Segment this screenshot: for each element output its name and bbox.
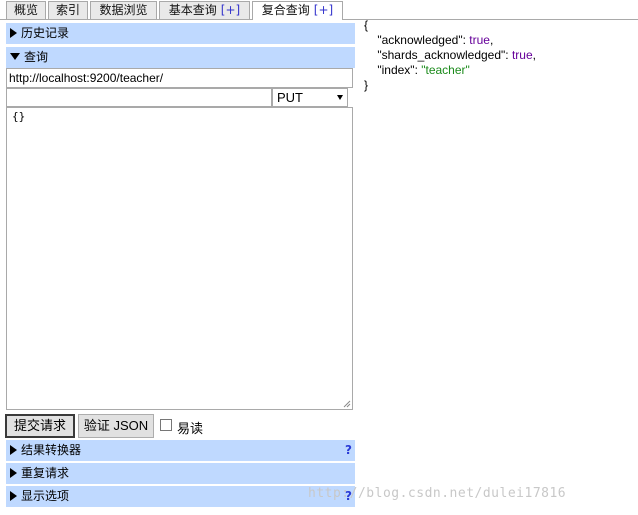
- url-input[interactable]: http://localhost:9200/teacher/: [6, 68, 353, 88]
- response-comma: ,: [489, 33, 494, 47]
- response-key: "index": [377, 63, 415, 77]
- expand-triangle-icon: [10, 491, 17, 501]
- display-options-label: 显示选项: [21, 489, 70, 503]
- dropdown-arrow-icon: [337, 95, 343, 100]
- request-body-textarea[interactable]: {}: [6, 107, 353, 410]
- result-transform-section-header[interactable]: 结果转换器 ?: [6, 440, 355, 461]
- tab-overview[interactable]: 概览: [6, 1, 46, 19]
- expand-triangle-icon: [10, 445, 17, 455]
- query-section-header[interactable]: 查询: [6, 47, 355, 68]
- response-key: "shards_acknowledged": [377, 48, 506, 62]
- response-key: "acknowledged": [377, 33, 463, 47]
- validate-label: 验证 JSON: [83, 418, 149, 433]
- tab-indices[interactable]: 索引: [48, 1, 88, 19]
- tab-overview-label: 概览: [13, 3, 38, 17]
- repeat-request-section-header[interactable]: 重复请求: [6, 463, 355, 484]
- request-body-value: {}: [12, 110, 26, 123]
- response-comma: ,: [532, 48, 536, 62]
- history-section-header[interactable]: 历史记录: [6, 23, 355, 44]
- repeat-label: 重复请求: [21, 466, 70, 480]
- response-value: "teacher": [421, 63, 470, 77]
- expand-triangle-icon: [10, 468, 17, 478]
- tab-compound-query[interactable]: 复合查询 [+]: [252, 1, 343, 20]
- tab-compound-query-label: 复合查询: [261, 3, 310, 17]
- pretty-print-label: 易读: [177, 422, 204, 437]
- pretty-print-checkbox[interactable]: [160, 419, 172, 431]
- tab-browser-label: 数据浏览: [99, 3, 148, 17]
- tab-strip: 概览 索引 数据浏览 基本查询 [+] 复合查询 [+]: [0, 0, 638, 20]
- tab-compound-query-plus[interactable]: [+]: [314, 3, 333, 17]
- result-transform-label: 结果转换器: [21, 443, 82, 457]
- response-open-brace: {: [364, 18, 369, 32]
- collapse-triangle-icon: [10, 53, 20, 60]
- tab-browser[interactable]: 数据浏览: [90, 1, 157, 19]
- resize-grip-icon[interactable]: [342, 399, 351, 408]
- response-value: true: [469, 33, 490, 47]
- tab-basic-query[interactable]: 基本查询 [+]: [159, 1, 250, 19]
- response-json: { "acknowledged": true, "shards_acknowle…: [364, 18, 536, 92]
- path-input[interactable]: [6, 88, 272, 107]
- tab-basic-query-plus[interactable]: [+]: [221, 3, 240, 17]
- help-icon[interactable]: ?: [345, 440, 352, 461]
- query-label: 查询: [24, 50, 49, 64]
- submit-request-button[interactable]: 提交请求: [5, 414, 75, 438]
- method-select[interactable]: PUT: [272, 88, 348, 107]
- response-value: true: [511, 48, 533, 62]
- display-options-section-header[interactable]: 显示选项 ?: [6, 486, 355, 507]
- history-label: 历史记录: [21, 26, 70, 40]
- response-close-brace: }: [364, 78, 369, 92]
- submit-label: 提交请求: [13, 418, 66, 433]
- tab-indices-label: 索引: [55, 3, 80, 17]
- url-value: http://localhost:9200/teacher/: [9, 71, 164, 85]
- watermark-text: http://blog.csdn.net/dulei17816: [308, 486, 567, 501]
- expand-triangle-icon: [10, 28, 17, 38]
- validate-json-button[interactable]: 验证 JSON: [78, 414, 154, 438]
- tab-basic-query-label: 基本查询: [168, 3, 217, 17]
- method-value: PUT: [277, 90, 303, 105]
